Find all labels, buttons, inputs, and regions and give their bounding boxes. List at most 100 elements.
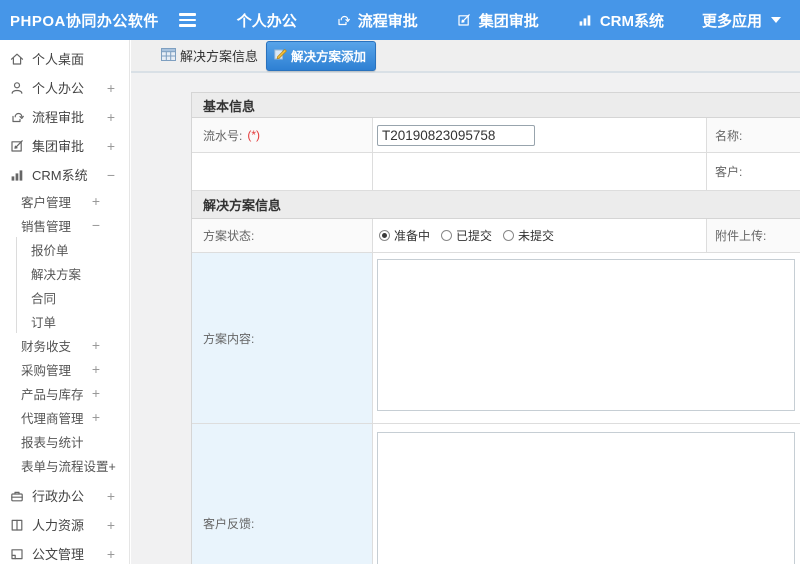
sidebar-item-8[interactable]: 解决方案 <box>16 261 129 285</box>
nav-item-0[interactable]: 个人办公 <box>218 0 316 40</box>
solution-add-form: 基本信息 流水号: (*) 名称: 客户: 解决方案信息 方案状态: <box>191 92 800 564</box>
sidebar-item-label: 客户管理 <box>21 195 72 210</box>
status-radio-label: 已提交 <box>456 229 493 243</box>
edit-icon <box>456 12 472 28</box>
sidebar-item-label: 产品与库存 <box>21 387 84 402</box>
sidebar-item-label: 流程审批 <box>32 110 85 125</box>
nav-item-label: 更多应用 <box>701 12 762 30</box>
sidebar-item-1[interactable]: 个人办公 + <box>0 73 129 102</box>
radio-unchecked-icon[interactable] <box>503 230 515 241</box>
customer-feedback-textarea[interactable] <box>377 432 795 564</box>
section-solution-info: 解决方案信息 <box>192 191 800 219</box>
serial-number-input[interactable] <box>377 124 535 146</box>
flow-icon <box>335 12 351 28</box>
nav-item-3[interactable]: CRM系统 <box>558 0 683 40</box>
expand-icon[interactable]: + <box>92 193 100 209</box>
empty-label-cell <box>192 153 373 190</box>
sidebar-item-11[interactable]: 财务收支 + <box>0 333 129 357</box>
flow-icon <box>9 109 25 125</box>
expand-icon[interactable]: + <box>107 488 115 504</box>
nav-item-1[interactable]: 流程审批 <box>316 0 437 40</box>
nav-item-2[interactable]: 集团审批 <box>437 0 558 40</box>
sidebar-item-15[interactable]: 报表与统计 <box>0 429 129 453</box>
sidebar-item-label: 集团审批 <box>32 139 85 154</box>
app-header: PHPOA协同办公软件 个人办公 流程审批 集团审批 CRM系统 更多应用 <box>0 0 800 40</box>
chart-icon <box>9 167 25 183</box>
sidebar-item-label: CRM系统 <box>32 168 88 183</box>
collapse-icon[interactable]: − <box>92 217 100 233</box>
expand-icon[interactable]: + <box>107 109 115 125</box>
app-logo: PHPOA协同办公软件 <box>10 12 159 30</box>
sidebar-item-18[interactable]: 人力资源 + <box>0 510 129 539</box>
customer-row: 客户: <box>192 153 800 191</box>
name-label-cell: 名称: <box>707 118 800 152</box>
serial-row: 流水号: (*) 名称: <box>192 118 800 153</box>
tab-solution-add-label: 解决方案添加 <box>291 49 367 64</box>
status-radio-2[interactable]: 未提交 <box>503 227 554 244</box>
nav-item-label: CRM系统 <box>599 12 664 30</box>
status-label-cell: 方案状态: <box>192 219 373 252</box>
expand-icon[interactable]: + <box>92 385 100 401</box>
collapse-icon[interactable]: − <box>107 167 115 183</box>
sidebar-item-label: 代理商管理 <box>21 411 84 426</box>
status-radio-0[interactable]: 准备中 <box>379 227 430 244</box>
home-icon <box>9 51 25 67</box>
nav-item-label: 个人办公 <box>236 12 297 30</box>
expand-icon[interactable]: + <box>92 337 100 353</box>
status-radio-group: 准备中 已提交 未提交 <box>373 227 554 244</box>
sidebar-item-14[interactable]: 代理商管理 + <box>0 405 129 429</box>
radio-checked-icon[interactable] <box>379 230 390 241</box>
sidebar-item-label: 报表与统计 <box>21 435 84 450</box>
status-radio-1[interactable]: 已提交 <box>441 227 492 244</box>
sidebar-item-label: 合同 <box>31 291 57 306</box>
sidebar-item-label: 公文管理 <box>32 547 85 562</box>
sidebar-item-label: 财务收支 <box>21 339 72 354</box>
sidebar-item-16[interactable]: 表单与流程设置+ <box>0 453 129 477</box>
sidebar-item-19[interactable]: 公文管理 + <box>0 539 129 564</box>
tab-bar: 解决方案信息 解决方案添加 <box>131 40 800 73</box>
top-nav: 个人办公 流程审批 集团审批 CRM系统 更多应用 <box>218 0 800 40</box>
sidebar-item-17[interactable]: 行政办公 + <box>0 481 129 510</box>
sidebar-item-4[interactable]: CRM系统 − <box>0 160 129 189</box>
content-textarea-cell <box>373 253 800 423</box>
content-row: 方案内容: <box>192 253 800 424</box>
book-icon <box>9 517 25 533</box>
sidebar-item-label: 表单与流程设置+ <box>21 459 116 474</box>
nav-item-4[interactable]: 更多应用 <box>683 0 800 40</box>
sidebar-item-2[interactable]: 流程审批 + <box>0 102 129 131</box>
tab-solution-info[interactable]: 解决方案信息 <box>161 46 258 65</box>
serial-label: 流水号: <box>203 128 243 143</box>
expand-icon[interactable]: + <box>107 517 115 533</box>
sidebar-item-10[interactable]: 订单 <box>16 309 129 333</box>
tab-solution-add-active[interactable]: 解决方案添加 <box>266 40 377 71</box>
expand-icon[interactable]: + <box>92 361 100 377</box>
sidebar-item-label: 报价单 <box>31 243 69 258</box>
expand-icon[interactable]: + <box>92 409 100 425</box>
pencil-doc-icon <box>274 47 287 63</box>
expand-icon[interactable]: + <box>107 546 115 562</box>
edit-icon <box>9 138 25 154</box>
sidebar-menu: 个人桌面 个人办公 + 流程审批 + 集团审批 + CRM系统 − 客户管理 + 销售管理 − 报价单解决… <box>0 40 130 564</box>
expand-icon[interactable]: + <box>107 138 115 154</box>
solution-content-textarea[interactable] <box>377 259 795 411</box>
hamburger-menu-icon[interactable] <box>171 0 204 40</box>
sidebar-item-3[interactable]: 集团审批 + <box>0 131 129 160</box>
sidebar-item-9[interactable]: 合同 <box>16 285 129 309</box>
tab-solution-info-label: 解决方案信息 <box>180 49 259 64</box>
sidebar-item-12[interactable]: 采购管理 + <box>0 357 129 381</box>
sidebar-item-7[interactable]: 报价单 <box>16 237 129 261</box>
sidebar-item-label: 人力资源 <box>32 518 85 533</box>
radio-unchecked-icon[interactable] <box>441 230 453 241</box>
status-radio-label: 未提交 <box>518 229 555 243</box>
sidebar-item-6[interactable]: 销售管理 − <box>0 213 129 237</box>
empty-mid-cell <box>373 153 707 190</box>
feedback-textarea-cell <box>373 424 800 564</box>
nav-item-label: 集团审批 <box>478 12 539 30</box>
serial-label-cell: 流水号: (*) <box>192 118 373 152</box>
expand-icon[interactable]: + <box>107 80 115 96</box>
customer-label-cell: 客户: <box>715 165 743 179</box>
sidebar-item-13[interactable]: 产品与库存 + <box>0 381 129 405</box>
sidebar-item-0[interactable]: 个人桌面 <box>0 44 129 73</box>
sidebar-item-5[interactable]: 客户管理 + <box>0 189 129 213</box>
required-mark: (*) <box>247 128 261 142</box>
